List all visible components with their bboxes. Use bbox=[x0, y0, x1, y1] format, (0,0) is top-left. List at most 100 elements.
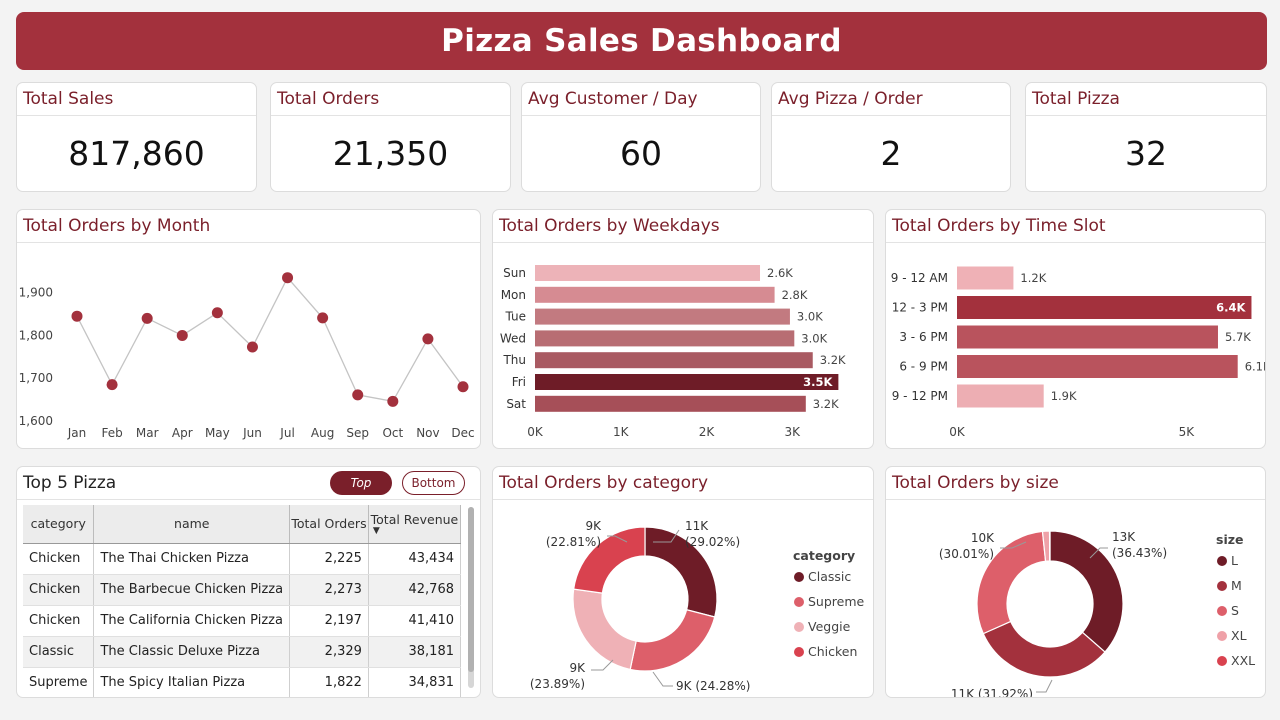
column-header-total-orders[interactable]: Total Orders bbox=[289, 505, 369, 544]
bar-data-label: 5.7K bbox=[1225, 330, 1251, 344]
top-toggle-button[interactable]: Top bbox=[330, 471, 392, 495]
slice-data-label: 9K (24.28%) bbox=[676, 679, 750, 693]
x-tick-label: Oct bbox=[382, 426, 403, 440]
bar-data-label: 6.1K bbox=[1245, 360, 1265, 374]
column-header-total-revenue[interactable]: Total Revenue ▼ bbox=[368, 505, 462, 544]
month-data-point bbox=[176, 329, 188, 341]
orders-by-timeslot-chart: 9 - 12 AM 1.2K 12 - 3 PM 6.4K 3 - 6 PM 5.7K 6 … bbox=[891, 266, 1265, 439]
legend-item-label: XL bbox=[1231, 628, 1247, 643]
bottom-toggle-button[interactable]: Bottom bbox=[402, 471, 465, 495]
slice-data-label: (22.81%) bbox=[546, 535, 601, 549]
legend-item-label: Classic bbox=[808, 569, 851, 584]
orders-by-category-card: Total Orders by category 11K (29.02%) 9K (… bbox=[492, 466, 874, 698]
cell-total-revenue: 42,768 bbox=[368, 574, 462, 606]
donut-slice bbox=[629, 609, 716, 672]
orders-by-category-chart: 11K (29.02%) 9K (24.28%) 9K (23.89%) 9K (22.81… bbox=[530, 519, 865, 693]
category-label: Fri bbox=[512, 375, 526, 389]
x-tick-label: Jan bbox=[67, 426, 87, 440]
cell-total-orders: 2,225 bbox=[289, 543, 369, 575]
donut-slice bbox=[572, 588, 637, 671]
legend-item-label: Chicken bbox=[808, 644, 857, 659]
cell-name: The Spicy Italian Pizza bbox=[93, 667, 291, 697]
cell-name: The Classic Deluxe Pizza bbox=[93, 636, 291, 668]
category-label: Tue bbox=[505, 310, 527, 324]
table-row[interactable]: Chicken The Thai Chicken Pizza 2,225 43,… bbox=[23, 543, 462, 575]
legend-item-label: XXL bbox=[1231, 653, 1255, 668]
bar-data-label: 1.2K bbox=[1020, 271, 1046, 285]
column-header-name[interactable]: name bbox=[93, 505, 291, 544]
x-tick-label: Feb bbox=[101, 426, 122, 440]
category-label: Sun bbox=[503, 266, 526, 280]
cell-category: Classic bbox=[23, 636, 95, 668]
slice-data-label: 9K bbox=[585, 519, 602, 533]
legend-marker bbox=[794, 572, 804, 582]
orders-by-month-chart: 1,600 1,700 1,800 1,900 Jan Feb Mar Apr May Jun Ju… bbox=[19, 272, 475, 440]
legend-marker bbox=[1217, 556, 1227, 566]
bar bbox=[535, 374, 839, 390]
bar-data-label: 2.6K bbox=[767, 266, 793, 280]
orders-by-month-card: Total Orders by Month 1,600 1,700 1,800 1,9… bbox=[16, 209, 481, 449]
kpi-value: 2 bbox=[880, 134, 902, 173]
cell-total-revenue: 34,831 bbox=[368, 667, 462, 697]
month-data-point bbox=[141, 312, 153, 324]
legend-marker bbox=[1217, 606, 1227, 616]
legend-item-label: Veggie bbox=[808, 619, 851, 634]
bar bbox=[535, 395, 806, 412]
bar bbox=[957, 296, 1252, 319]
x-tick-label: 1K bbox=[613, 425, 630, 439]
table-row[interactable]: Classic The Classic Deluxe Pizza 2,329 3… bbox=[23, 636, 462, 668]
table-scrollbar[interactable] bbox=[468, 507, 474, 688]
column-header-category[interactable]: category bbox=[23, 505, 95, 544]
bar-data-label: 3.5K bbox=[803, 375, 833, 389]
legend-marker bbox=[794, 622, 804, 632]
legend-item-label: M bbox=[1231, 578, 1242, 593]
category-label: Mon bbox=[501, 288, 526, 302]
cell-total-revenue: 41,410 bbox=[368, 605, 462, 637]
slice-data-label: (23.89%) bbox=[530, 677, 585, 691]
bar bbox=[535, 352, 813, 369]
dashboard-banner: Pizza Sales Dashboard bbox=[16, 12, 1267, 70]
kpi-card-total-pizza: Total Pizza 32 bbox=[1025, 82, 1267, 192]
bar-data-label: 3.0K bbox=[797, 310, 823, 324]
kpi-value: 817,860 bbox=[68, 134, 205, 173]
x-tick-label: Apr bbox=[172, 426, 193, 440]
kpi-label: Total Orders bbox=[271, 83, 510, 116]
month-data-point bbox=[71, 310, 83, 322]
month-data-point bbox=[106, 379, 118, 391]
bar bbox=[957, 266, 1014, 290]
dashboard-title: Pizza Sales Dashboard bbox=[441, 23, 842, 59]
column-header-total-revenue-label: Total Revenue bbox=[370, 512, 459, 528]
chart-title: Total Orders by Time Slot bbox=[886, 210, 1265, 243]
orders-by-size-chart: 13K (36.43%) 11K (31.92%) 10K (30.01%) size LM… bbox=[939, 530, 1255, 697]
cell-total-revenue: 38,181 bbox=[368, 636, 462, 668]
cell-category: Chicken bbox=[23, 543, 95, 575]
x-tick-label: 5K bbox=[1179, 425, 1196, 439]
x-tick-label: 2K bbox=[699, 425, 716, 439]
category-label: 6 - 9 PM bbox=[899, 360, 948, 374]
legend-title: size bbox=[1216, 532, 1243, 547]
top5-pizza-card: Top 5 Pizza Top Bottom category name Tot… bbox=[16, 466, 481, 698]
table-row[interactable]: Supreme The Spicy Italian Pizza 1,822 34… bbox=[23, 667, 462, 697]
bar bbox=[535, 330, 795, 347]
scrollbar-thumb[interactable] bbox=[468, 507, 474, 672]
chart-title: Total Orders by size bbox=[886, 467, 1265, 500]
cell-category: Chicken bbox=[23, 605, 95, 637]
x-tick-label: 0K bbox=[949, 425, 966, 439]
cell-category: Chicken bbox=[23, 574, 95, 606]
cell-total-revenue: 43,434 bbox=[368, 543, 462, 575]
bar-data-label: 3.2K bbox=[820, 353, 846, 367]
kpi-card-total-sales: Total Sales 817,860 bbox=[16, 82, 257, 192]
cell-total-orders: 2,197 bbox=[289, 605, 369, 637]
kpi-value: 32 bbox=[1125, 134, 1167, 173]
bar bbox=[957, 325, 1218, 349]
kpi-value: 21,350 bbox=[332, 134, 449, 173]
slice-data-label: 13K bbox=[1112, 530, 1136, 544]
x-tick-label: Mar bbox=[136, 426, 159, 440]
table-row[interactable]: Chicken The Barbecue Chicken Pizza 2,273… bbox=[23, 574, 462, 606]
sort-desc-icon: ▼ bbox=[372, 526, 380, 537]
legend-marker bbox=[794, 597, 804, 607]
category-label: 12 - 3 PM bbox=[892, 301, 948, 315]
table-row[interactable]: Chicken The California Chicken Pizza 2,1… bbox=[23, 605, 462, 637]
kpi-card-avg-pizza-order: Avg Pizza / Order 2 bbox=[771, 82, 1011, 192]
x-tick-label: Dec bbox=[451, 426, 474, 440]
